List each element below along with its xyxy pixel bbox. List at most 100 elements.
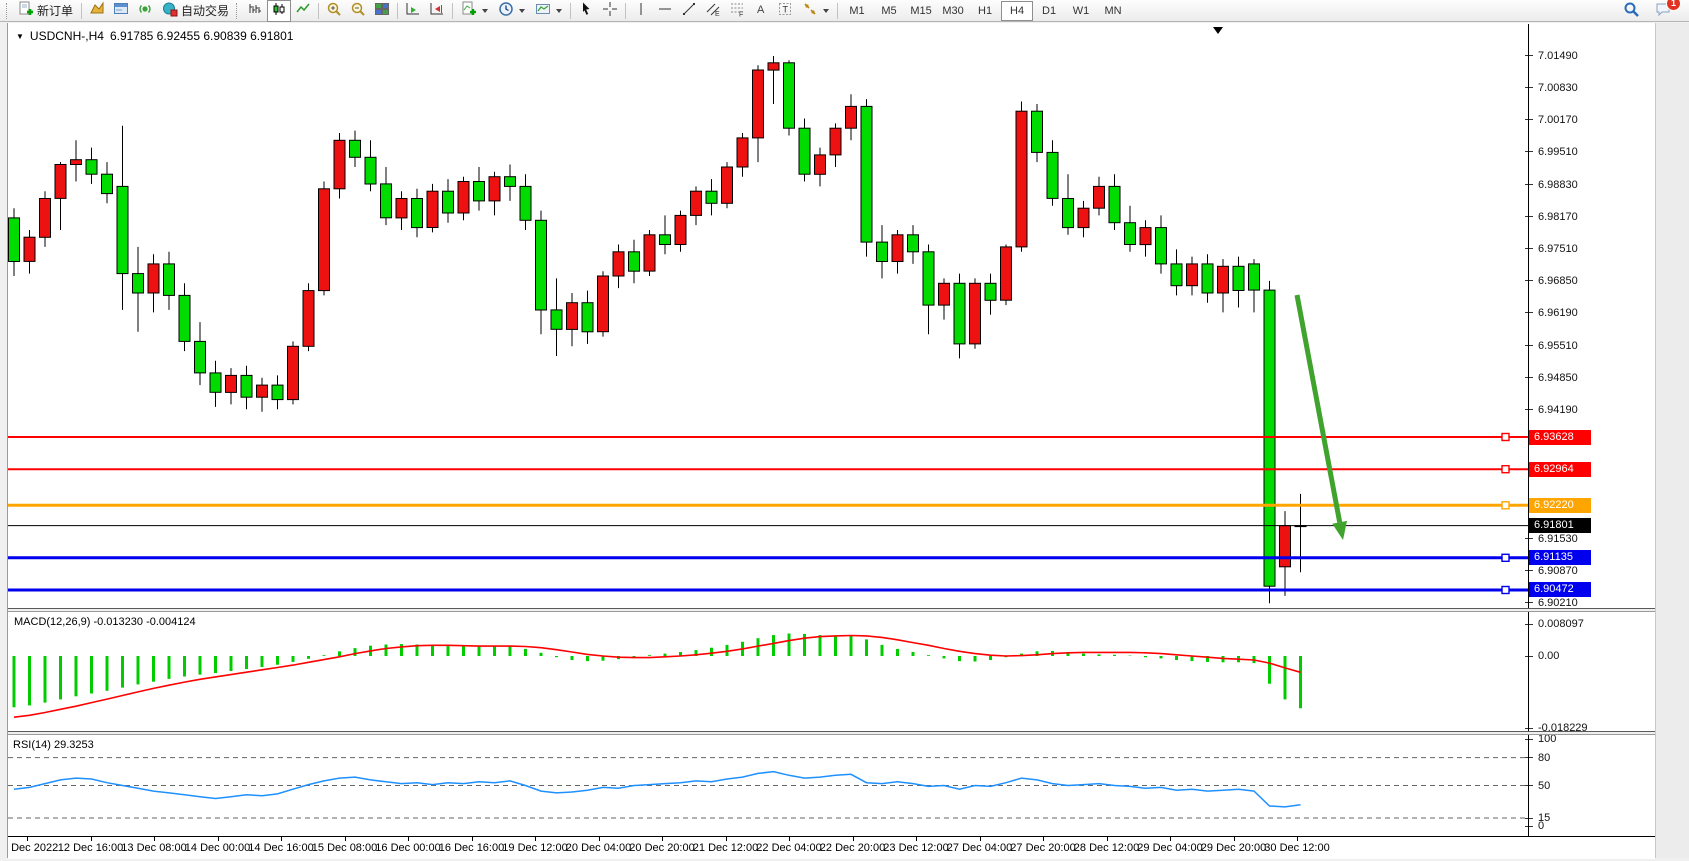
candle-body — [381, 184, 392, 218]
timeframe-m30[interactable]: M30 — [937, 1, 969, 21]
time-axis-label: 20 Dec 04:00 — [566, 842, 631, 854]
candle-body — [241, 375, 252, 397]
rsi-panel[interactable] — [8, 735, 1528, 836]
candle-body — [272, 385, 283, 400]
candle-body — [815, 155, 826, 174]
indicators-button[interactable] — [456, 0, 493, 22]
zoom-in-icon — [326, 1, 342, 20]
zoom-in-button[interactable] — [322, 0, 346, 22]
text-label-button[interactable]: T — [773, 0, 797, 22]
time-axis-tick — [535, 837, 536, 841]
line-anchor[interactable] — [1502, 434, 1509, 441]
timeframe-h4[interactable]: H4 — [1001, 1, 1033, 21]
time-axis-tick — [27, 837, 28, 841]
time-axis-label: 15 Dec 08:00 — [312, 842, 377, 854]
timeframe-m1[interactable]: M1 — [841, 1, 873, 21]
line-anchor[interactable] — [1502, 554, 1509, 561]
auto-scroll-button[interactable] — [401, 0, 425, 22]
dropdown-caret-icon — [519, 9, 525, 16]
svg-text:E: E — [715, 11, 720, 17]
terminal-button[interactable] — [109, 0, 133, 22]
market-watch-button[interactable] — [85, 0, 109, 22]
price-tick-dash — [1525, 119, 1533, 120]
trendline-button[interactable] — [677, 0, 701, 22]
vertical-line-button[interactable] — [629, 0, 653, 22]
auto-trading-label: 自动交易 — [181, 2, 229, 19]
tile-windows-button[interactable] — [370, 0, 394, 22]
auto-trading-button[interactable]: 自动交易 — [157, 0, 234, 22]
macd-tick-dash — [1525, 624, 1533, 625]
macd-panel[interactable] — [8, 612, 1528, 731]
new-order-button[interactable]: 新订单 — [13, 0, 78, 22]
candle-body — [210, 373, 221, 392]
candlestick-chart-button[interactable] — [267, 0, 291, 22]
timeframe-w1[interactable]: W1 — [1065, 1, 1097, 21]
time-axis-tick — [91, 837, 92, 841]
chart-shift-marker[interactable] — [1213, 27, 1223, 34]
candle-body — [1140, 228, 1151, 245]
time-axis-tick — [1234, 837, 1235, 841]
horizontal-line-button[interactable] — [653, 0, 677, 22]
candle-body — [985, 283, 996, 300]
timeframe-mn[interactable]: MN — [1097, 1, 1129, 21]
timeframe-m5[interactable]: M5 — [873, 1, 905, 21]
svg-text:F: F — [739, 12, 743, 18]
time-axis-label: 14 Dec 00:00 — [185, 842, 250, 854]
zoom-out-button[interactable] — [346, 0, 370, 22]
rsi-tick-dash — [1525, 739, 1533, 740]
candle-body — [1264, 290, 1275, 586]
candle-body — [505, 177, 516, 187]
candle-body — [861, 106, 872, 242]
toolbar-separator — [318, 3, 319, 19]
toolbar-grip[interactable] — [6, 3, 10, 19]
candle-body — [365, 157, 376, 184]
panel-splitter[interactable] — [8, 731, 1655, 735]
templates-icon — [535, 1, 551, 20]
candle-body — [1233, 266, 1244, 290]
panel-splitter[interactable] — [8, 608, 1655, 612]
bar-chart-button[interactable] — [243, 0, 267, 22]
text-button[interactable]: A — [749, 0, 773, 22]
price-tick-label: 6.94190 — [1538, 404, 1578, 416]
templates-button[interactable] — [530, 0, 567, 22]
equidistant-channel-button[interactable]: E — [701, 0, 725, 22]
trend-arrow-annotation[interactable] — [1297, 295, 1340, 522]
main-price-chart[interactable] — [8, 24, 1528, 608]
candle-body — [567, 303, 578, 330]
time-axis-tick — [980, 837, 981, 841]
chart-shift-button[interactable] — [425, 0, 449, 22]
fibonacci-button[interactable]: F — [725, 0, 749, 22]
price-axis[interactable]: 7.014907.008307.001706.995106.988306.981… — [1529, 24, 1655, 836]
periods-button[interactable] — [493, 0, 530, 22]
timeframe-h1[interactable]: H1 — [969, 1, 1001, 21]
time-axis-tick — [1297, 837, 1298, 841]
line-anchor[interactable] — [1502, 466, 1509, 473]
trend-arrow-head[interactable] — [1332, 521, 1347, 540]
timeframe-d1[interactable]: D1 — [1033, 1, 1065, 21]
search-button[interactable] — [1619, 0, 1643, 22]
cursor-button[interactable] — [574, 0, 598, 22]
candle-body — [753, 70, 764, 138]
candle-body — [1125, 223, 1136, 245]
arrows-button[interactable] — [797, 0, 834, 22]
line-anchor[interactable] — [1502, 587, 1509, 594]
time-axis-tick — [1043, 837, 1044, 841]
crosshair-button[interactable] — [598, 0, 622, 22]
signals-button[interactable] — [133, 0, 157, 22]
candle-body — [412, 199, 423, 228]
time-axis[interactable]: 12 Dec 202212 Dec 16:0013 Dec 08:0014 De… — [8, 836, 1655, 859]
candle-body — [319, 189, 330, 291]
notifications-button[interactable]: 1 — [1651, 0, 1675, 22]
time-axis-label: 22 Dec 20:00 — [820, 842, 885, 854]
candle-body — [71, 160, 82, 165]
candle-body — [474, 182, 485, 201]
text-icon: A — [753, 1, 769, 20]
line-anchor[interactable] — [1502, 502, 1509, 509]
new-order-label: 新订单 — [37, 2, 73, 19]
candle-body — [846, 106, 857, 128]
toolbar-grip[interactable] — [236, 3, 240, 19]
chart-shift-icon — [429, 1, 445, 20]
line-chart-button[interactable] — [291, 0, 315, 22]
timeframe-m15[interactable]: M15 — [905, 1, 937, 21]
candle-body — [334, 140, 345, 189]
